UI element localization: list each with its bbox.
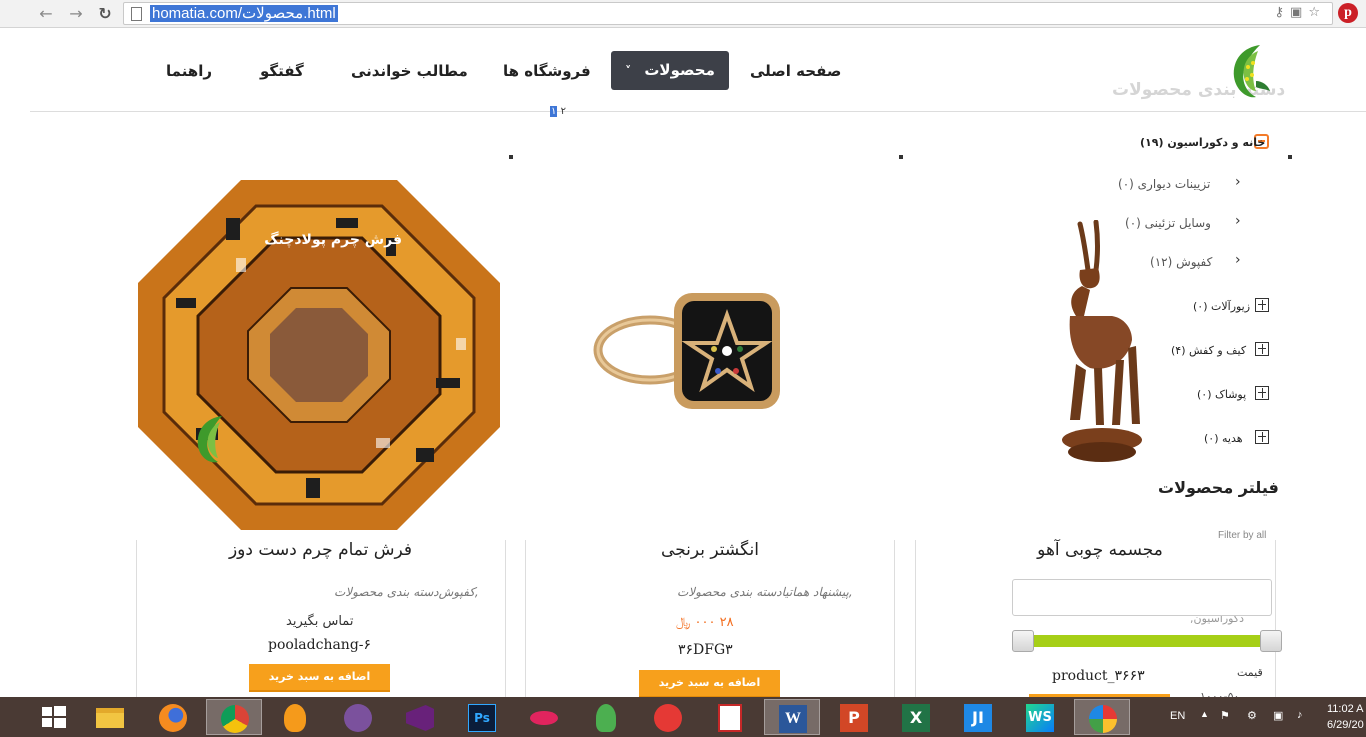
menu-articles[interactable]: مطالب خواندنی bbox=[351, 62, 468, 80]
filter-title: فیلتر محصولات bbox=[1158, 478, 1279, 497]
brass-ring-image[interactable] bbox=[590, 285, 790, 415]
chrome-icon[interactable] bbox=[206, 699, 262, 735]
word-icon[interactable]: W bbox=[764, 699, 820, 735]
address-bar[interactable]: homatia.com/محصولات.html ⚷▣☆ bbox=[123, 2, 1333, 25]
language-indicator[interactable]: EN bbox=[1170, 710, 1185, 722]
key-icon[interactable]: ⚷ bbox=[1275, 5, 1291, 20]
menu-products-label: محصولات bbox=[644, 61, 715, 79]
pinterest-icon[interactable]: p bbox=[1338, 3, 1358, 23]
product-categories[interactable]: ,پیشنهاد هماتیادسته بندی محصولات bbox=[677, 585, 853, 599]
homatia-logo[interactable] bbox=[1226, 41, 1274, 103]
url-text[interactable]: homatia.com/محصولات.html bbox=[150, 5, 338, 22]
photoshop-icon[interactable]: Ps bbox=[454, 699, 510, 735]
translate-icon[interactable]: ▣ bbox=[1290, 5, 1308, 20]
ji-icon[interactable]: JI bbox=[950, 699, 1006, 735]
card-divider bbox=[525, 540, 526, 700]
dot bbox=[1288, 155, 1292, 159]
category-home-decor[interactable]: خانه و دکوراسیون (۱۹) bbox=[1140, 136, 1265, 149]
back-icon[interactable]: ← bbox=[36, 4, 56, 24]
category-bags-shoes[interactable]: کیف و کفش (۴) bbox=[1171, 344, 1246, 357]
expand-icon[interactable] bbox=[1255, 342, 1269, 356]
product-contact: تماس بگیرید bbox=[286, 614, 354, 629]
page-icon bbox=[131, 7, 142, 21]
webstorm-icon[interactable]: WS bbox=[1012, 699, 1068, 735]
viber-icon[interactable] bbox=[330, 699, 386, 735]
product-sku: ۳۶DFG۳ bbox=[678, 642, 733, 658]
product-sku: product_۳۶۶۳ bbox=[1052, 668, 1145, 684]
forward-icon[interactable]: → bbox=[66, 4, 86, 24]
category-clothing[interactable]: پوشاک (۰) bbox=[1197, 388, 1246, 401]
subcategory-wall-decor[interactable]: تزیینات دیواری (۰) bbox=[1118, 177, 1210, 191]
slider-handle-min[interactable] bbox=[1012, 630, 1034, 652]
add-to-cart-button[interactable]: اضافه به سبد خرید bbox=[249, 664, 390, 692]
add-to-cart-button[interactable]: اضافه به سبد خرید bbox=[639, 670, 780, 698]
chevron-right-icon: › bbox=[1235, 252, 1241, 268]
visual-studio-icon[interactable] bbox=[392, 699, 448, 735]
category-gift[interactable]: هدیه (۰) bbox=[1204, 432, 1243, 445]
pager: ۱ ۲ bbox=[550, 106, 566, 117]
flag-icon[interactable]: ⚑ bbox=[1220, 709, 1230, 722]
address-actions: ⚷▣☆ bbox=[1275, 5, 1326, 20]
reload-icon[interactable]: ↻ bbox=[95, 4, 115, 24]
menu-home[interactable]: صفحه اصلی bbox=[750, 62, 841, 80]
tray-expand-icon[interactable]: ▲ bbox=[1200, 709, 1209, 719]
refresh-app-icon[interactable] bbox=[640, 699, 696, 735]
clock-time[interactable]: 11:02 A bbox=[1327, 703, 1364, 715]
menu-products[interactable]: ˅ محصولات bbox=[611, 51, 729, 90]
chevron-right-icon: › bbox=[1235, 213, 1241, 229]
parrot-icon[interactable] bbox=[578, 699, 634, 735]
slider-handle-max[interactable] bbox=[1260, 630, 1282, 652]
chevron-down-icon: ˅ bbox=[625, 64, 632, 78]
product-sku: pooladchang-۶ bbox=[268, 637, 372, 653]
card-divider bbox=[894, 540, 895, 700]
star-icon[interactable]: ☆ bbox=[1308, 5, 1326, 20]
expand-icon[interactable] bbox=[1255, 430, 1269, 444]
expand-icon[interactable] bbox=[1255, 298, 1269, 312]
clock-date[interactable]: 6/29/20 bbox=[1327, 719, 1364, 731]
card-divider bbox=[915, 540, 916, 700]
price-label: قیمت bbox=[1237, 666, 1263, 679]
lips-icon[interactable] bbox=[516, 699, 572, 735]
page-2[interactable]: ۲ bbox=[561, 106, 566, 117]
paint-icon[interactable] bbox=[1074, 699, 1130, 735]
menu-stores[interactable]: فروشگاه ها bbox=[503, 62, 591, 80]
volume-icon[interactable]: ♪ bbox=[1297, 709, 1303, 721]
wooden-deer-image[interactable] bbox=[1040, 220, 1150, 470]
card-divider bbox=[1275, 540, 1276, 700]
dot bbox=[509, 155, 513, 159]
file-explorer-icon[interactable] bbox=[82, 699, 138, 735]
card-divider bbox=[505, 540, 506, 700]
firefox-icon[interactable] bbox=[145, 699, 201, 735]
price-slider[interactable] bbox=[1022, 635, 1272, 647]
site-header: دسته بندی محصولات صفحه اصلی ˅ محصولات فر… bbox=[30, 28, 1366, 112]
menu-help[interactable]: راهنما bbox=[166, 62, 212, 80]
excel-icon[interactable]: X bbox=[888, 699, 944, 735]
browser-toolbar: ← → ↻ homatia.com/محصولات.html ⚷▣☆ p bbox=[0, 0, 1366, 28]
category-jewelry[interactable]: زیورآلات (۰) bbox=[1193, 300, 1250, 313]
filter-by-all[interactable]: Filter by all bbox=[1218, 530, 1266, 541]
card-divider bbox=[136, 540, 137, 700]
powerpoint-icon[interactable]: P bbox=[826, 699, 882, 735]
product-title[interactable]: مجسمه چوبی آهو bbox=[915, 540, 1285, 560]
expand-icon[interactable] bbox=[1255, 386, 1269, 400]
product-title[interactable]: فرش تمام چرم دست دوز bbox=[136, 540, 505, 560]
menu-chat[interactable]: گفتگو bbox=[260, 62, 304, 80]
subcategory-decorative[interactable]: وسایل تزئینی (۰) bbox=[1125, 216, 1211, 230]
network-icon[interactable]: ⚙ bbox=[1247, 709, 1257, 722]
monitor-icon[interactable]: ▣ bbox=[1273, 709, 1283, 722]
product-categories[interactable]: ,کفپوش‌دسته بندی محصولات bbox=[334, 585, 479, 599]
chevron-right-icon: › bbox=[1235, 174, 1241, 190]
acrobat-icon[interactable] bbox=[702, 699, 758, 735]
subcategory-flooring[interactable]: کفپوش (۱۲) bbox=[1150, 255, 1212, 269]
page-1[interactable]: ۱ bbox=[550, 106, 558, 117]
product-title[interactable]: انگشتر برنجی bbox=[525, 540, 895, 560]
filter-input[interactable] bbox=[1012, 579, 1272, 616]
dot bbox=[899, 155, 903, 159]
windows-taskbar: Ps W P X JI WS EN ▲ ⚑ ⚙ ▣ ♪ 11:02 A 6/29… bbox=[0, 697, 1366, 737]
flame-icon[interactable] bbox=[268, 699, 324, 735]
carpet-watermark: فرش چرم پولادچنگ bbox=[264, 231, 402, 248]
leather-carpet-image[interactable]: فرش چرم پولادچنگ bbox=[136, 178, 502, 532]
product-price: ۲۸ ۰۰۰ ﷼ bbox=[676, 615, 734, 630]
start-icon[interactable] bbox=[42, 706, 66, 728]
